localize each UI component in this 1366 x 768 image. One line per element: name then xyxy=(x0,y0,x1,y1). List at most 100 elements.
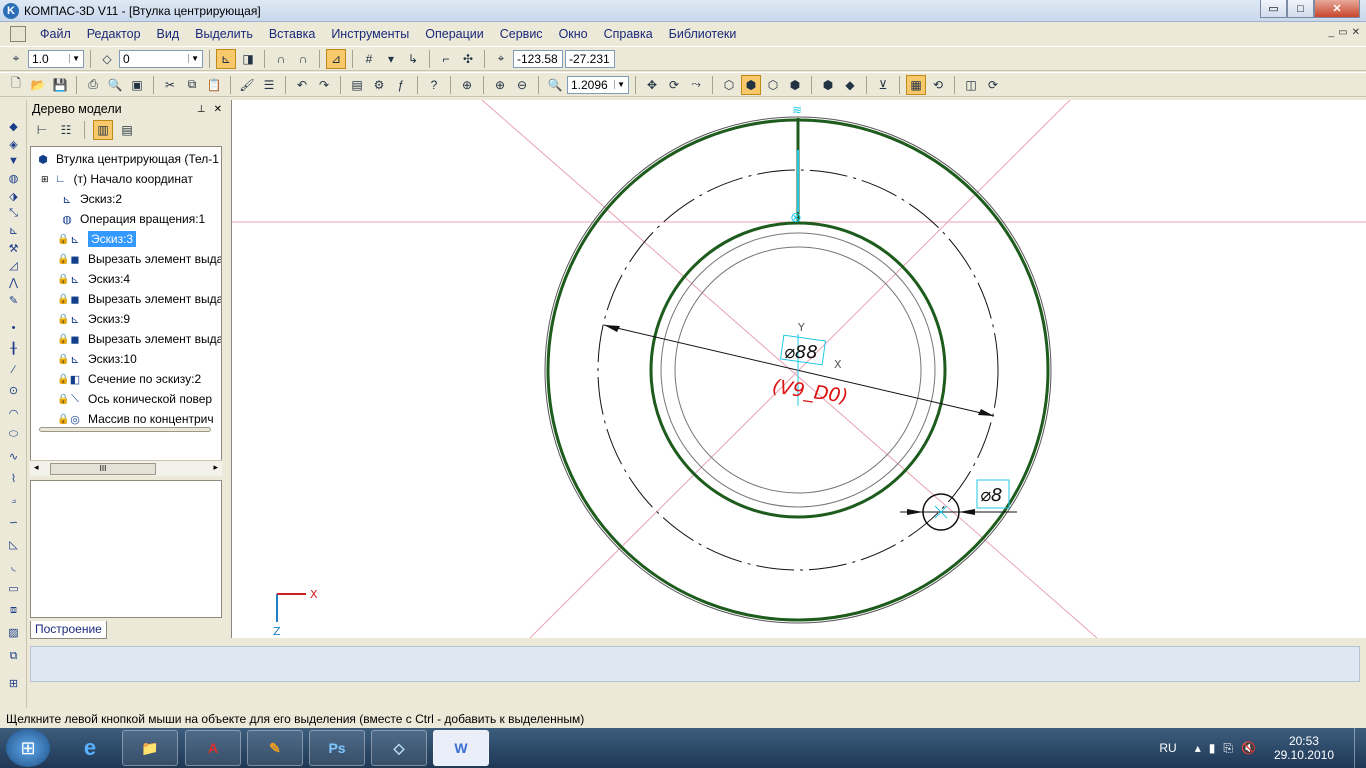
drawing-canvas[interactable]: ≋ ⊗ ⌀88 Y X (V9_D0) ⌀8 X Z xyxy=(231,99,1366,639)
tree-row[interactable]: 🔒 ◧ Сечение по эскизу:2 xyxy=(57,369,201,389)
maximize-button[interactable]: □ xyxy=(1287,0,1314,18)
tab-build[interactable]: Построение xyxy=(30,621,107,639)
scroll-left-icon[interactable]: ◂ xyxy=(34,462,39,473)
sheet-metal-icon[interactable]: ⚒ xyxy=(5,240,22,256)
parameterize-icon[interactable]: ⊞ xyxy=(5,675,22,691)
spatial-curves-icon[interactable]: ◈ xyxy=(5,136,22,152)
tree-row[interactable]: ◍ Операция вращения:1 xyxy=(59,209,205,229)
tree-toggle-icon[interactable]: ▦ xyxy=(906,74,926,95)
rotate-icon[interactable]: ⟳ xyxy=(664,75,684,95)
menu-operations[interactable]: Операции xyxy=(417,27,491,41)
close-button[interactable]: ✕ xyxy=(1314,0,1360,18)
scroll-thumb[interactable]: III xyxy=(50,463,156,475)
surfaces-icon[interactable]: ▼ xyxy=(5,153,22,169)
scroll-right-icon[interactable]: ▸ xyxy=(213,462,218,473)
shaded-icon[interactable]: ⬢ xyxy=(785,75,805,95)
round-off-icon[interactable]: ⌐ xyxy=(436,49,456,69)
3d-print-icon[interactable]: ▣ xyxy=(127,75,147,95)
menu-service[interactable]: Сервис xyxy=(492,27,551,41)
step-cursor-icon[interactable]: ⌖ xyxy=(6,49,26,69)
variables-icon[interactable]: ƒ xyxy=(391,75,411,95)
tree-row[interactable]: ⬢ Втулка центрирующая (Тел-1 xyxy=(35,149,219,169)
ie-icon[interactable]: e xyxy=(62,730,118,766)
hatch-icon[interactable]: ▨ xyxy=(5,624,22,640)
pan-icon[interactable]: ✥ xyxy=(642,75,662,95)
language-indicator[interactable]: RU xyxy=(1159,741,1176,755)
tree-row[interactable]: 🔒 ⊾ Эскиз:4 xyxy=(57,269,130,289)
start-button[interactable]: ⊞ xyxy=(6,729,50,767)
grid-dropdown-icon[interactable]: ▾ xyxy=(381,49,401,69)
tree-row[interactable]: 🔒 ◼ Вырезать элемент выда xyxy=(57,329,221,349)
specification-icon[interactable]: ◿ xyxy=(5,257,22,273)
mdi-restore-button[interactable]: ▭ xyxy=(1338,27,1347,38)
layers-icon[interactable]: ◇ xyxy=(97,49,117,69)
orientation-icon[interactable]: ◨ xyxy=(238,49,258,69)
copy-geometry-icon[interactable]: ⧉ xyxy=(5,648,22,664)
ortho-mode-icon[interactable]: ⊿ xyxy=(326,48,346,69)
device-icon[interactable]: ⎘ xyxy=(1223,741,1233,756)
menu-editor[interactable]: Редактор xyxy=(79,27,149,41)
properties-icon[interactable]: ☰ xyxy=(259,75,279,95)
paste-icon[interactable]: 📋 xyxy=(204,75,224,95)
save-icon[interactable]: 💾 xyxy=(50,75,70,95)
tree-row[interactable]: 🔒 ⊾ Эскиз:10 xyxy=(57,349,137,369)
layer-field[interactable]: 0 ▼ xyxy=(119,49,203,68)
zoom-window-icon[interactable]: ⊕ xyxy=(457,75,477,95)
tree-row[interactable]: 🔒 ⊾ Эскиз:9 xyxy=(57,309,130,329)
kompas-3d-task-icon[interactable]: ◇ xyxy=(371,730,427,766)
measure-icon[interactable]: ⤡ xyxy=(5,205,22,221)
library-manager-icon[interactable]: ⚙ xyxy=(369,75,389,95)
mdi-close-button[interactable]: ✕ xyxy=(1352,27,1360,38)
tree-view-dropdown-icon[interactable]: ☷ xyxy=(56,120,76,140)
circle-icon[interactable]: ⊙ xyxy=(5,382,22,398)
rebuild-icon[interactable]: ⟲ xyxy=(928,75,948,95)
mdi-minimize-button[interactable]: _ xyxy=(1329,27,1335,38)
coord-x-field[interactable]: -123.58 xyxy=(513,49,563,68)
open-folder-icon[interactable]: 📂 xyxy=(28,75,48,95)
panel-close-icon[interactable]: ✕ xyxy=(214,104,222,115)
nurbs-icon[interactable]: ∽ xyxy=(5,514,22,530)
filters-icon[interactable]: ⊾ xyxy=(5,222,22,238)
snap-cursor-icon[interactable]: ✣ xyxy=(458,49,478,69)
tree-row[interactable]: 🔒 ◼ Вырезать элемент выда xyxy=(57,289,221,309)
explorer-icon[interactable]: 📁 xyxy=(122,730,178,766)
minimize-button[interactable]: ▭ xyxy=(1260,0,1287,18)
inner-scroll-indicator[interactable] xyxy=(39,427,211,432)
local-cs-dropdown-icon[interactable]: ↳ xyxy=(403,49,423,69)
menu-libraries[interactable]: Библиотеки xyxy=(661,27,745,41)
filter-dropdown-icon[interactable]: ⊻ xyxy=(873,75,893,95)
shaded-edges-icon[interactable]: ⬢ xyxy=(818,75,838,95)
tree-history-icon[interactable]: ▤ xyxy=(117,120,137,140)
photoshop-icon[interactable]: Ps xyxy=(309,730,365,766)
segment-icon[interactable]: ⁄ xyxy=(5,362,22,378)
polyline-icon[interactable]: ⌇ xyxy=(5,470,22,486)
snap-magnet-icon[interactable]: ∩ xyxy=(271,49,291,69)
tree-horizontal-scrollbar[interactable]: ◂ III ▸ xyxy=(30,460,222,476)
menu-insert[interactable]: Вставка xyxy=(261,27,323,41)
kompas-app-icon[interactable]: K xyxy=(3,2,19,19)
hidden-thin-icon[interactable]: ⬡ xyxy=(763,75,783,95)
hidden-lines-icon[interactable]: ⬢ xyxy=(741,74,761,95)
zoom-in-icon[interactable]: ⊕ xyxy=(490,75,510,95)
spline-icon[interactable]: ∿ xyxy=(5,448,22,464)
arc-icon[interactable]: ◠ xyxy=(5,405,22,421)
new-document-icon[interactable]: 🗋 xyxy=(6,75,26,95)
wireframe-icon[interactable]: ⬡ xyxy=(719,75,739,95)
menu-help[interactable]: Справка xyxy=(596,27,661,41)
dimensions-icon[interactable]: ✎ xyxy=(5,292,22,308)
ellipse-icon[interactable]: ⬭ xyxy=(5,426,22,442)
network-signal-icon[interactable]: ▮ xyxy=(1209,741,1216,755)
tree-row[interactable]: 🔒 ◼ Вырезать элемент выда xyxy=(57,249,221,269)
kompas-task-icon[interactable]: ✎ xyxy=(247,730,303,766)
chamfer-icon[interactable]: ◺ xyxy=(5,536,22,552)
manager-icon[interactable]: ▤ xyxy=(347,75,367,95)
expand-icon[interactable]: ⊞ xyxy=(41,174,49,185)
cut-icon[interactable]: ✂ xyxy=(160,75,180,95)
pin-icon[interactable]: ⊥ xyxy=(197,104,206,115)
menu-tools[interactable]: Инструменты xyxy=(323,27,417,41)
document-menu-icon[interactable] xyxy=(10,25,26,42)
zoom-scale-icon[interactable]: 🔍 xyxy=(545,75,565,95)
copy-icon[interactable]: ⧉ xyxy=(182,75,202,95)
menu-view[interactable]: Вид xyxy=(149,27,188,41)
arrays-icon[interactable]: ◍ xyxy=(5,170,22,186)
